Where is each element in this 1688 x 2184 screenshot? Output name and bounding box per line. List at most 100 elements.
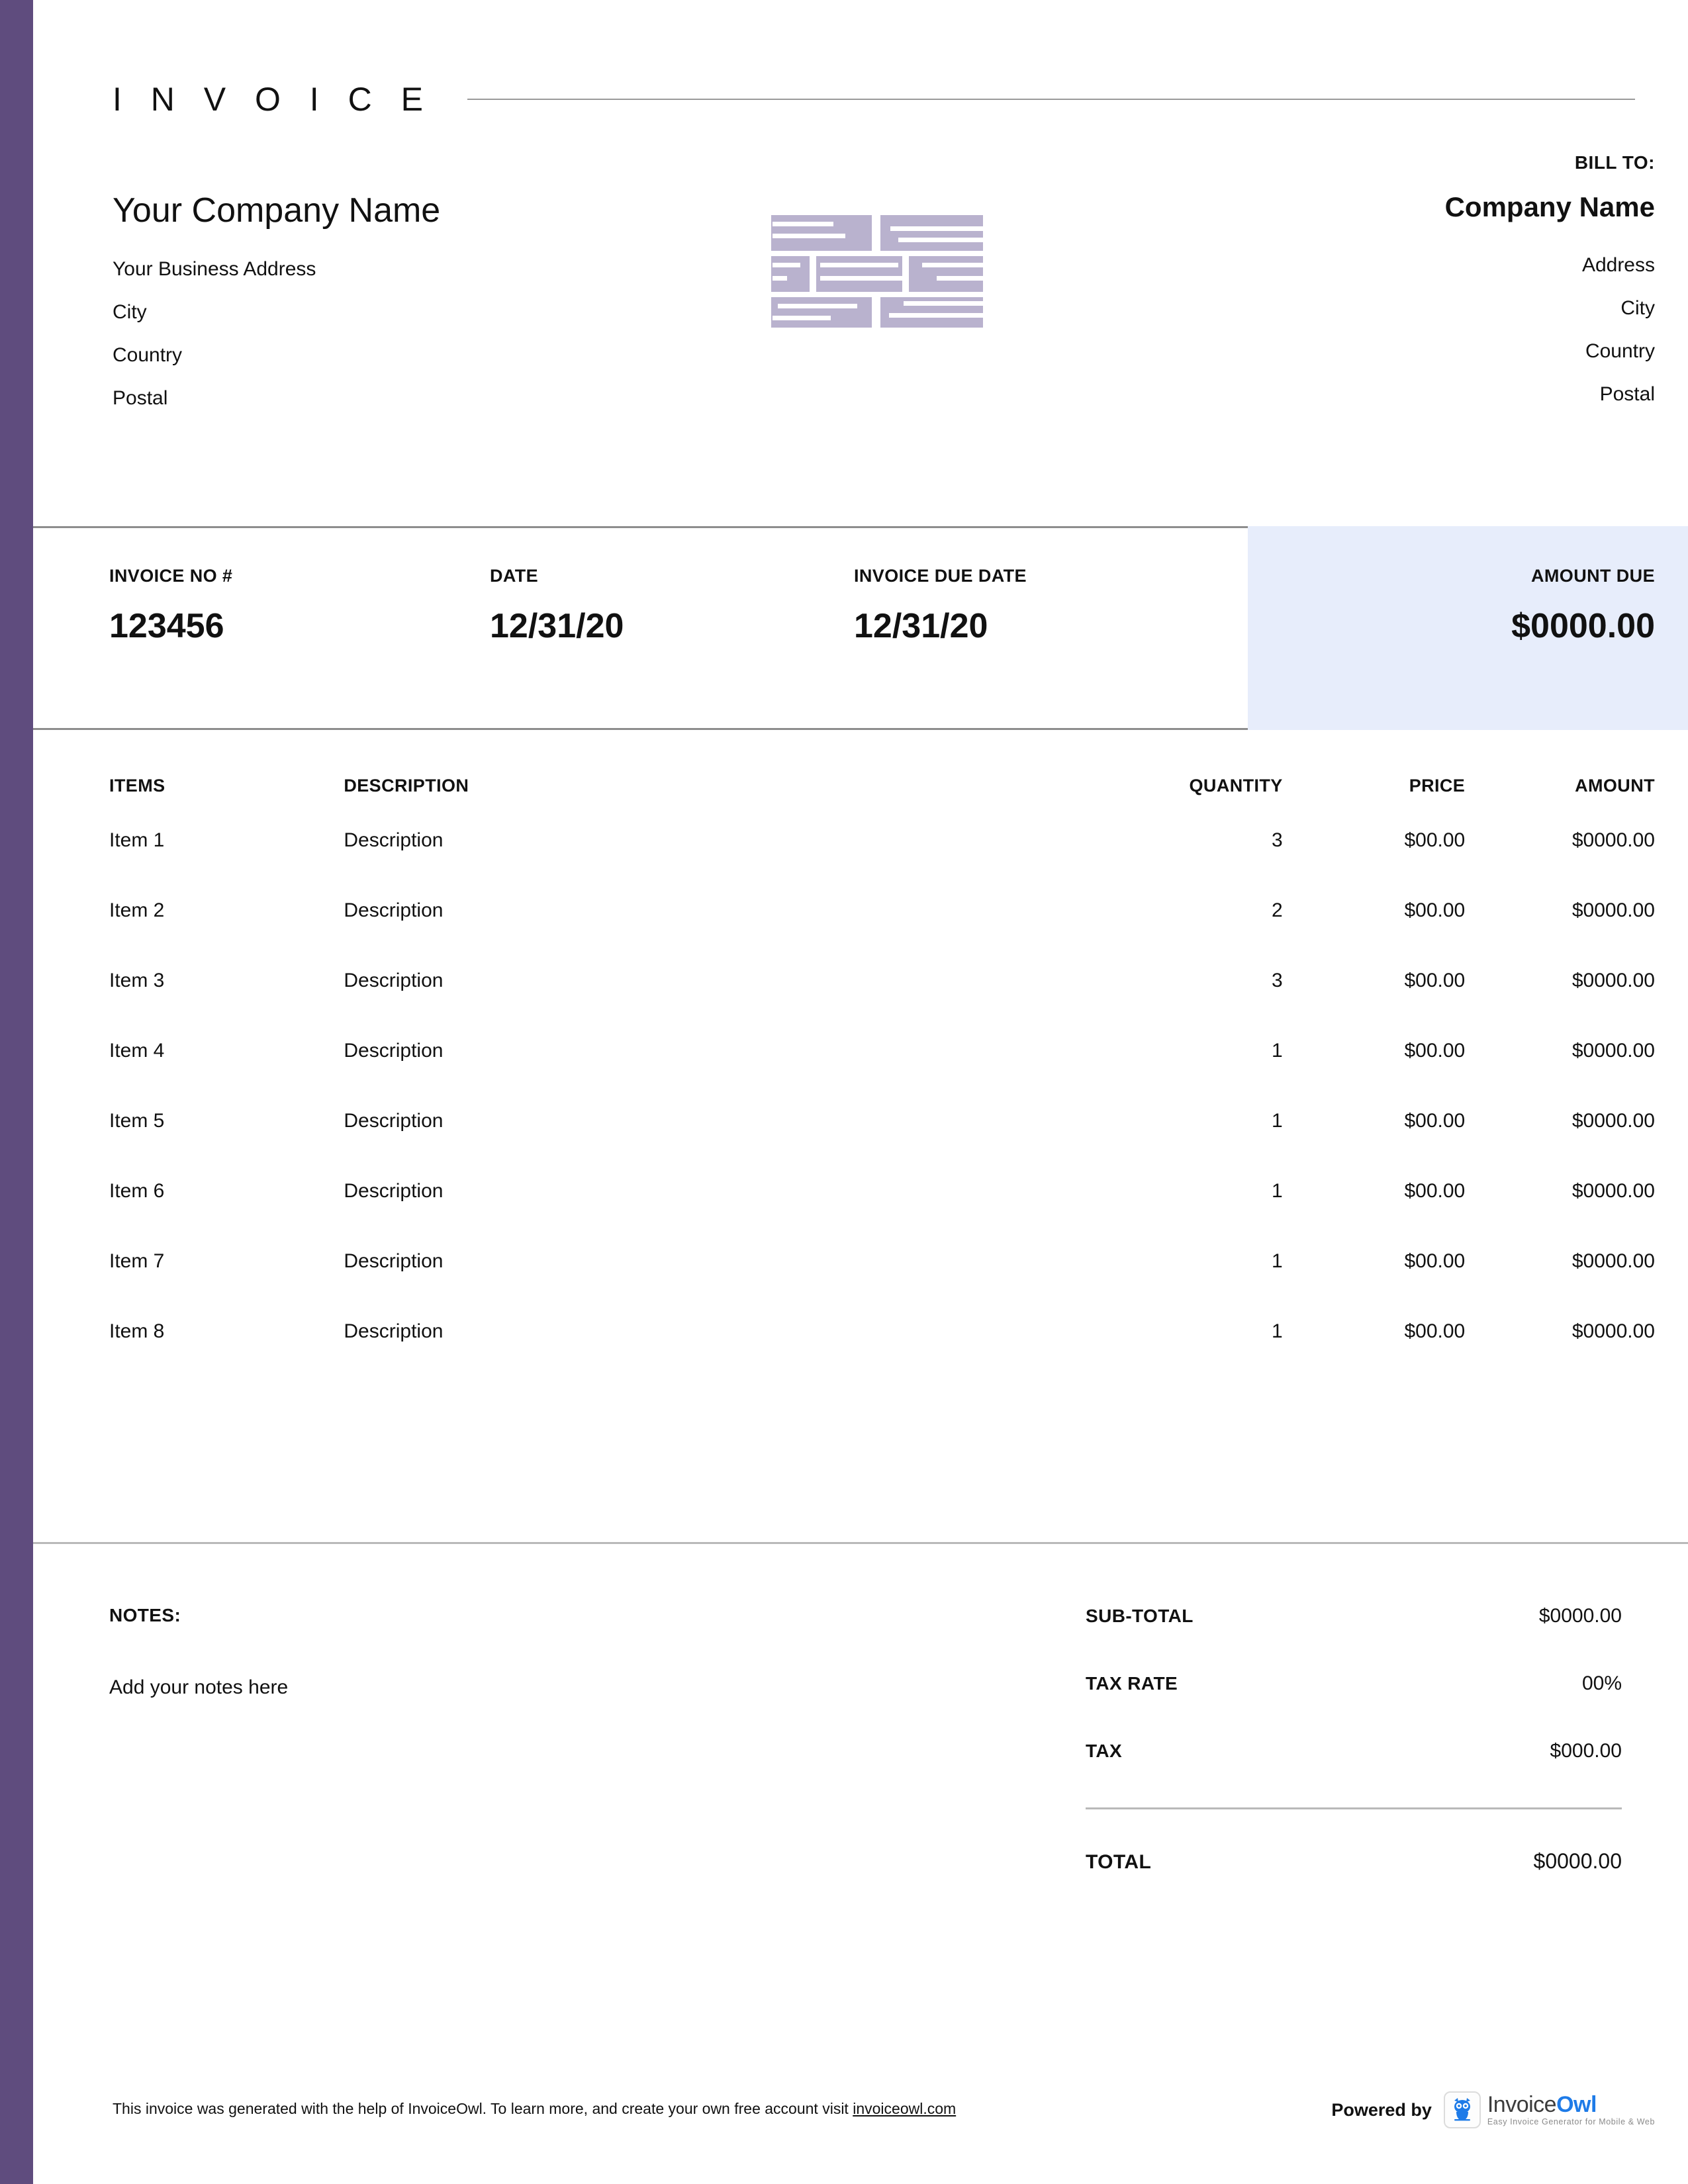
cell-price: $00.00 (1283, 1110, 1466, 1180)
table-row: Item 2 Description 2 $00.00 $0000.00 (33, 899, 1688, 970)
cell-amount: $0000.00 (1465, 1040, 1688, 1110)
table-row: Item 8 Description 1 $00.00 $0000.00 (33, 1320, 1688, 1390)
cell-description: Description (344, 970, 1080, 1040)
seller-city: City (113, 300, 774, 324)
cell-price: $00.00 (1283, 1320, 1466, 1390)
amount-due-label: AMOUNT DUE (1511, 566, 1655, 586)
brand-tagline: Easy Invoice Generator for Mobile & Web (1487, 2118, 1655, 2126)
cell-amount: $0000.00 (1465, 1180, 1688, 1250)
tax-rate-value: 00% (1582, 1672, 1622, 1695)
title-row: I N V O I C E (113, 73, 1635, 126)
notes-label: NOTES: (109, 1605, 837, 1626)
tax-value: $000.00 (1550, 1740, 1622, 1762)
invoice-date-label: DATE (490, 566, 624, 586)
cell-description: Description (344, 1110, 1080, 1180)
invoice-due-date-value: 12/31/20 (854, 606, 1027, 646)
bill-to-company-name: Company Name (1059, 192, 1655, 222)
cell-price: $00.00 (1283, 1250, 1466, 1320)
cell-amount: $0000.00 (1465, 829, 1688, 899)
cell-amount: $0000.00 (1465, 970, 1688, 1040)
page-title: I N V O I C E (113, 80, 433, 118)
header-section: Your Company Name Your Business Address … (33, 152, 1688, 510)
amount-due-value: $0000.00 (1511, 606, 1655, 646)
invoice-date-cell: DATE 12/31/20 (490, 566, 624, 646)
line-items-body: Item 1 Description 3 $00.00 $0000.00 Ite… (33, 829, 1688, 1390)
cell-item: Item 2 (33, 899, 344, 970)
column-header-items: ITEMS (33, 754, 344, 829)
subtotal-value: $0000.00 (1539, 1605, 1622, 1627)
seller-postal: Postal (113, 387, 774, 410)
cell-price: $00.00 (1283, 1180, 1466, 1250)
column-header-amount: AMOUNT (1465, 754, 1688, 829)
seller-country: Country (113, 343, 774, 367)
cell-description: Description (344, 1320, 1080, 1390)
seller-address: Your Business Address (113, 257, 774, 281)
totals-divider (1086, 1807, 1622, 1809)
subtotal-row: SUB-TOTAL $0000.00 (1086, 1605, 1622, 1627)
cell-description: Description (344, 1180, 1080, 1250)
powered-by-block: Powered by (1331, 2091, 1655, 2128)
bill-to-address: Address (1059, 253, 1655, 277)
left-accent-bar (0, 0, 33, 2184)
cell-item: Item 7 (33, 1250, 344, 1320)
invoice-number-cell: INVOICE NO # 123456 (109, 566, 232, 646)
invoice-number-value: 123456 (109, 606, 232, 646)
invoice-date-value: 12/31/20 (490, 606, 624, 646)
table-row: Item 1 Description 3 $00.00 $0000.00 (33, 829, 1688, 899)
notes-text: Add your notes here (109, 1676, 837, 1699)
cell-price: $00.00 (1283, 970, 1466, 1040)
table-row: Item 5 Description 1 $00.00 $0000.00 (33, 1110, 1688, 1180)
powered-by-label: Powered by (1331, 2100, 1432, 2120)
tax-rate-label: TAX RATE (1086, 1673, 1204, 1694)
owl-icon (1444, 2091, 1481, 2128)
table-row: Item 4 Description 1 $00.00 $0000.00 (33, 1040, 1688, 1110)
notes-section: NOTES: Add your notes here (109, 1605, 837, 1699)
meta-strip-bottom-divider (33, 728, 1248, 730)
cell-quantity: 1 (1080, 1110, 1283, 1180)
footer-note-text: This invoice was generated with the help… (113, 2100, 853, 2117)
invoiceowl-link[interactable]: invoiceowl.com (853, 2100, 956, 2117)
brand-owl-text: Owl (1556, 2092, 1597, 2117)
items-totals-divider (33, 1542, 1688, 1544)
table-row: Item 6 Description 1 $00.00 $0000.00 (33, 1180, 1688, 1250)
seller-company-name: Your Company Name (113, 192, 774, 230)
footer-note: This invoice was generated with the help… (113, 2100, 956, 2118)
line-items-table: ITEMS DESCRIPTION QUANTITY PRICE AMOUNT … (33, 754, 1688, 1390)
column-header-description: DESCRIPTION (344, 754, 1080, 829)
column-header-price: PRICE (1283, 754, 1466, 829)
cell-item: Item 8 (33, 1320, 344, 1390)
total-row: TOTAL $0000.00 (1086, 1849, 1622, 1874)
amount-due-cell: AMOUNT DUE $0000.00 (1511, 566, 1655, 646)
cell-amount: $0000.00 (1465, 1320, 1688, 1390)
bill-to-block: BILL TO: Company Name Address City Count… (1059, 152, 1655, 426)
meta-strip-top-divider (33, 526, 1248, 528)
subtotal-label: SUB-TOTAL (1086, 1606, 1220, 1627)
invoice-due-date-cell: INVOICE DUE DATE 12/31/20 (854, 566, 1027, 646)
total-value: $0000.00 (1534, 1849, 1622, 1874)
cell-quantity: 1 (1080, 1320, 1283, 1390)
table-header-row: ITEMS DESCRIPTION QUANTITY PRICE AMOUNT (33, 754, 1688, 829)
bill-to-postal: Postal (1059, 383, 1655, 406)
cell-quantity: 3 (1080, 970, 1283, 1040)
total-label: TOTAL (1086, 1851, 1178, 1874)
seller-block: Your Company Name Your Business Address … (113, 192, 774, 430)
cell-price: $00.00 (1283, 899, 1466, 970)
invoice-due-date-label: INVOICE DUE DATE (854, 566, 1027, 586)
bill-to-city: City (1059, 296, 1655, 320)
bill-to-label: BILL TO: (1059, 152, 1655, 173)
cell-item: Item 1 (33, 829, 344, 899)
cell-amount: $0000.00 (1465, 1110, 1688, 1180)
footer: This invoice was generated with the help… (33, 2088, 1688, 2154)
cell-description: Description (344, 1040, 1080, 1110)
cell-description: Description (344, 899, 1080, 970)
tax-label: TAX (1086, 1741, 1149, 1762)
title-divider (467, 99, 1635, 100)
table-row: Item 7 Description 1 $00.00 $0000.00 (33, 1250, 1688, 1320)
invoice-meta-strip: INVOICE NO # 123456 DATE 12/31/20 INVOIC… (33, 526, 1688, 730)
table-row: Item 3 Description 3 $00.00 $0000.00 (33, 970, 1688, 1040)
cell-amount: $0000.00 (1465, 899, 1688, 970)
cell-price: $00.00 (1283, 829, 1466, 899)
invoiceowl-logo: InvoiceOwl Easy Invoice Generator for Mo… (1444, 2091, 1655, 2128)
cell-item: Item 3 (33, 970, 344, 1040)
invoice-number-label: INVOICE NO # (109, 566, 232, 586)
